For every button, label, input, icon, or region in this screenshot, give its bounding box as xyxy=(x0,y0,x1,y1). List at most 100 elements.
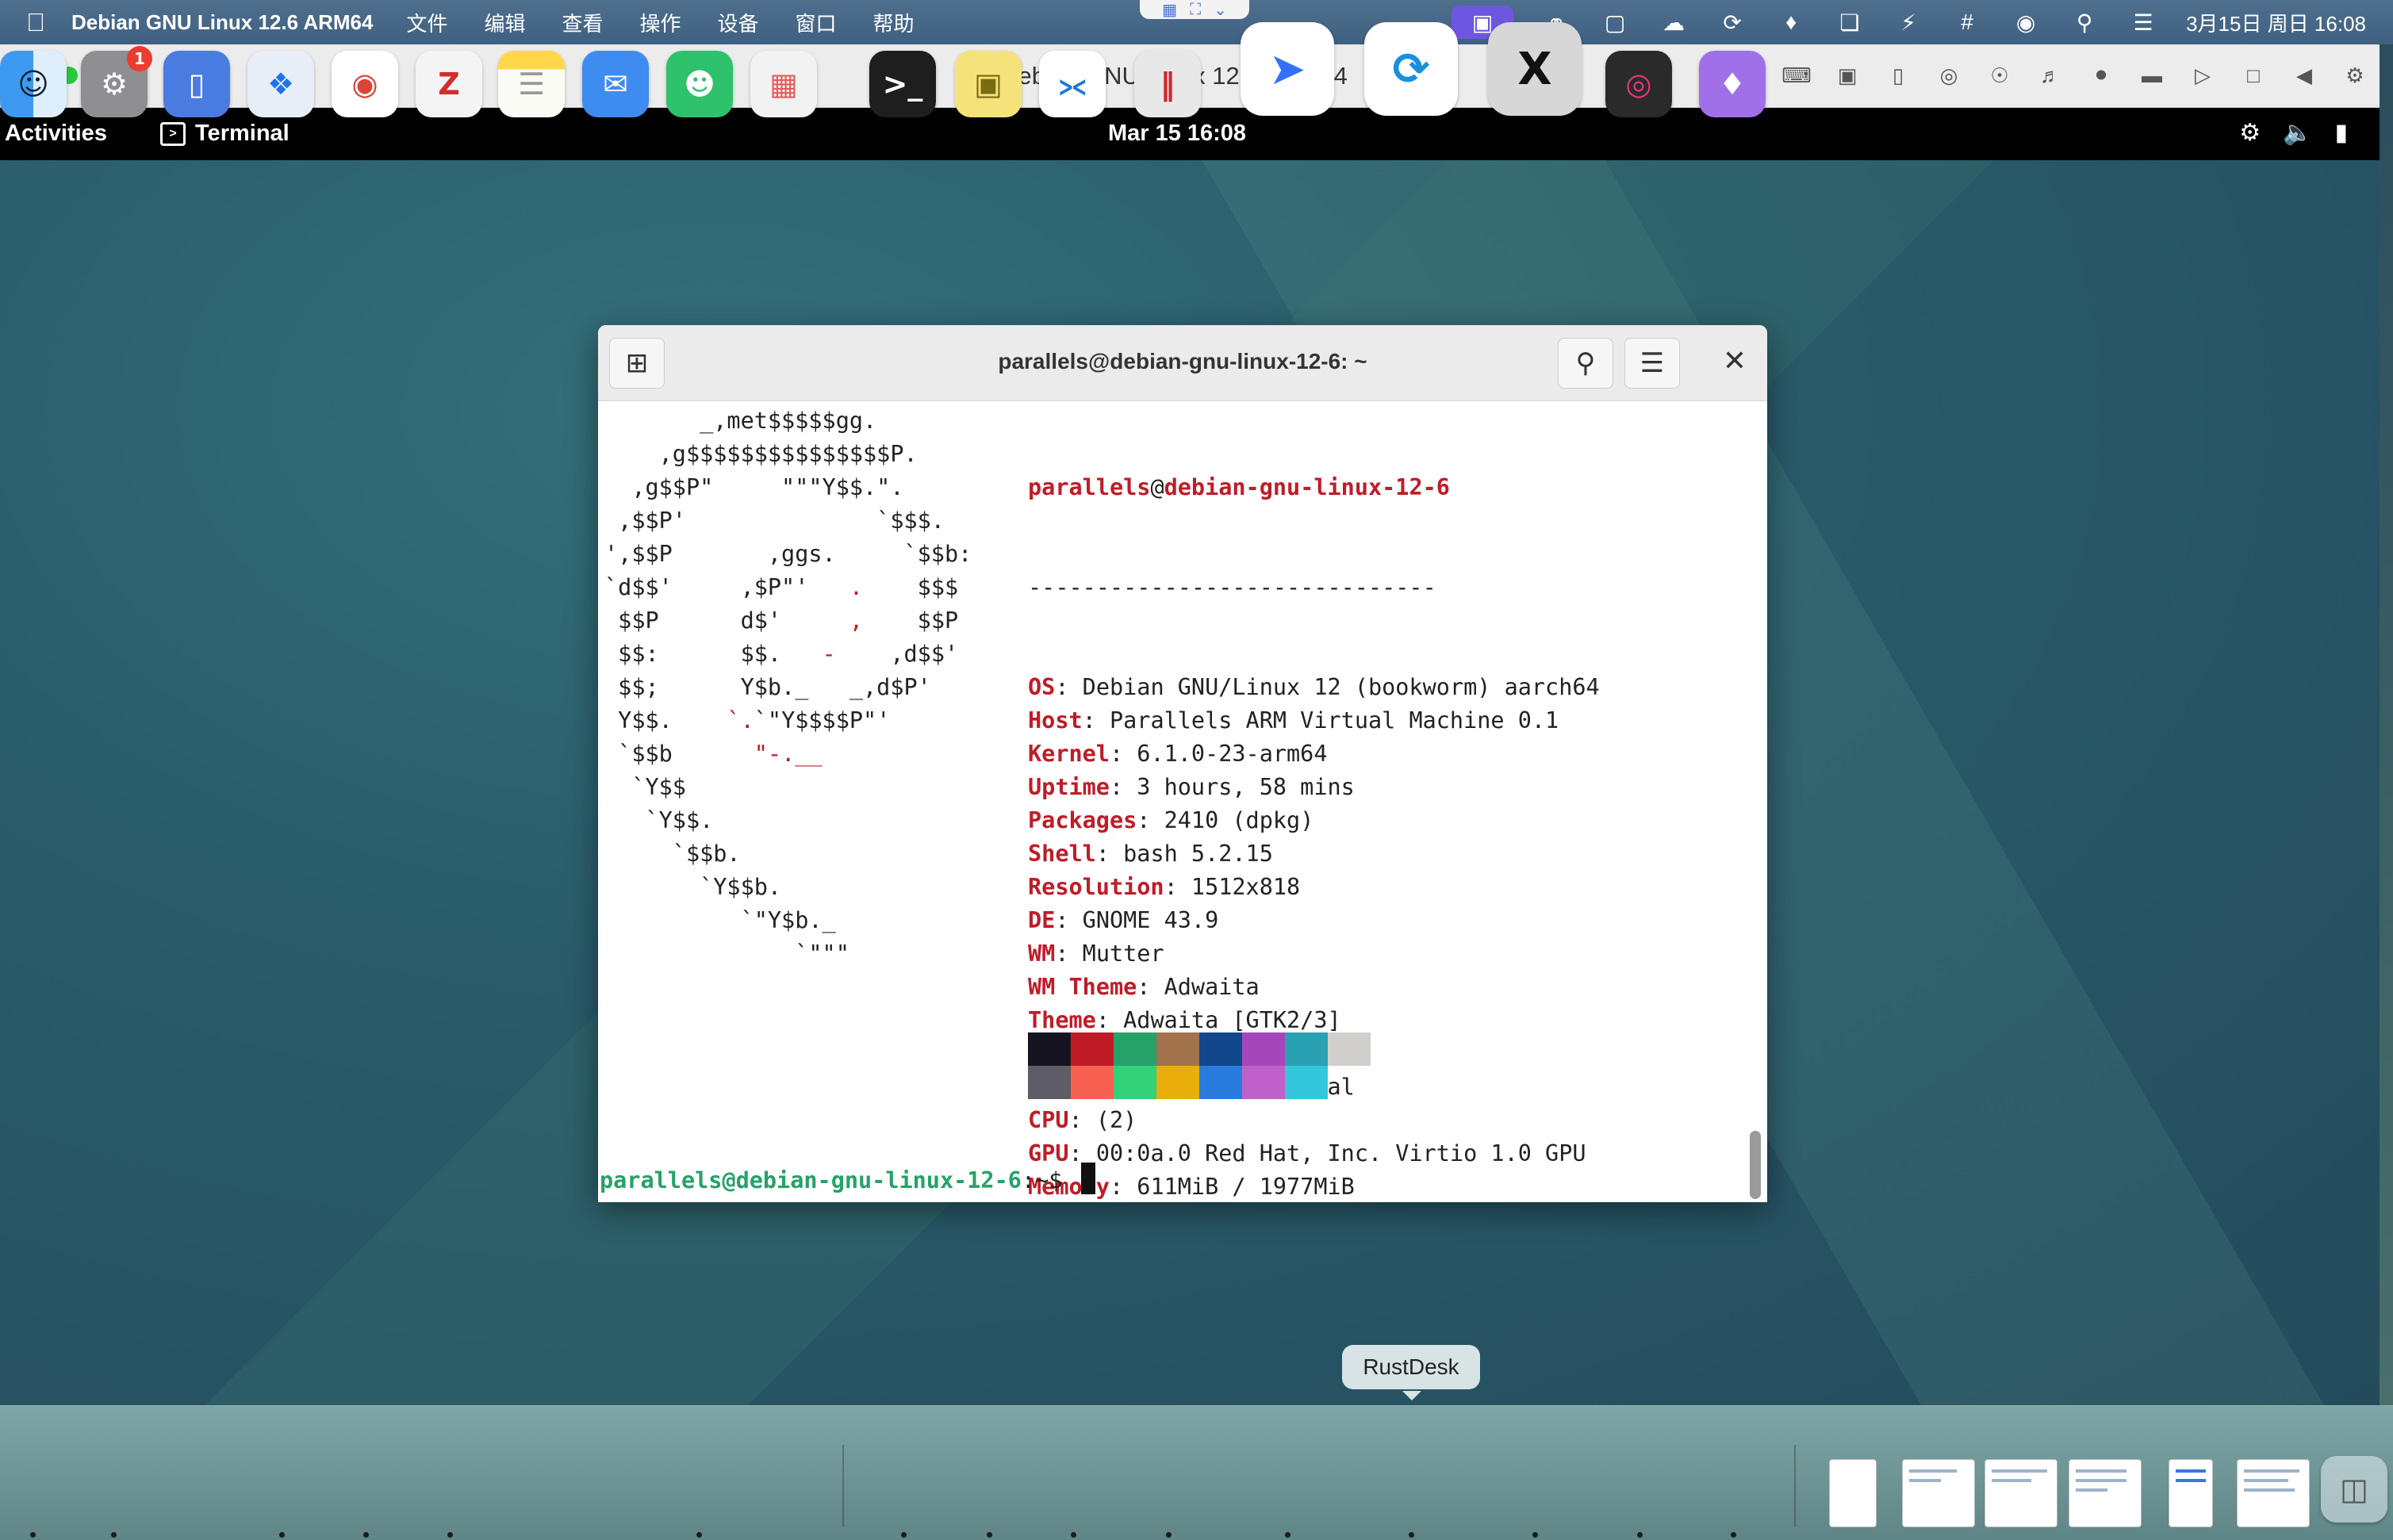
running-indicator xyxy=(987,1532,992,1538)
logo-text: `$$b xyxy=(604,741,754,767)
menu-window[interactable]: 窗口 xyxy=(796,8,837,37)
menubar-app-name[interactable]: Debian GNU Linux 12.6 ARM64 xyxy=(71,10,373,35)
info-colon: : xyxy=(1109,1174,1137,1200)
logo-text: $$; Y$b._ _,d$P' xyxy=(604,674,931,700)
close-terminal-button[interactable]: ✕ xyxy=(1723,344,1747,377)
trash-icon[interactable]: ◫ xyxy=(2321,1456,2387,1523)
display-icon[interactable]: ▢ xyxy=(1599,9,1631,36)
network-icon[interactable]: ⚙ xyxy=(2239,119,2261,147)
battery-icon[interactable]: ▮ xyxy=(2334,119,2348,147)
speaker-icon[interactable]: ♬ xyxy=(2037,60,2064,90)
running-indicator xyxy=(1285,1532,1290,1538)
back-icon[interactable]: ◀ xyxy=(2291,60,2318,90)
screen-icon[interactable]: □ xyxy=(2240,60,2267,90)
menu-devices[interactable]: 设备 xyxy=(718,8,759,37)
document-thumbnail[interactable] xyxy=(1902,1459,1975,1527)
chevron-down-icon[interactable]: ⌄ xyxy=(1214,0,1227,20)
info-value: Parallels ARM Virtual Machine 0.1 xyxy=(1109,707,1559,734)
menu-edit[interactable]: 编辑 xyxy=(484,8,525,37)
microphone-icon[interactable]: ⚫ xyxy=(2088,60,2115,90)
logo-text: `"Y$b._ xyxy=(604,907,836,933)
parallels-icon[interactable]: ‖ xyxy=(1134,51,1201,117)
info-colon: : xyxy=(1068,1107,1096,1133)
finder-icon[interactable]: ☺ xyxy=(0,51,67,117)
camera-share-icon[interactable]: ◎ xyxy=(1935,60,1962,90)
cloud-icon[interactable]: ☁ xyxy=(1658,9,1689,36)
color-swatch xyxy=(1199,1032,1242,1066)
search-button[interactable]: ⚲ xyxy=(1558,338,1613,389)
bongo-cat-icon[interactable]: ♦ xyxy=(1699,51,1766,117)
document-thumbnail[interactable] xyxy=(2237,1459,2310,1527)
menubar-clock[interactable]: 3月15日 周日 16:08 xyxy=(2186,8,2366,37)
terminal-scrollbar[interactable] xyxy=(1750,1131,1761,1199)
wifi-icon[interactable]: ◉ xyxy=(2010,9,2042,36)
launchpad-icon[interactable]: ▦ xyxy=(750,51,817,117)
globe-icon[interactable]: ☉ xyxy=(1986,60,2013,90)
menu-button[interactable]: ☰ xyxy=(1624,338,1680,389)
iphone-mirroring-icon[interactable]: ▯ xyxy=(163,51,230,117)
zotero-icon[interactable]: Z xyxy=(416,51,482,117)
info-value: Adwaita [GTK2/3] xyxy=(1123,1007,1341,1033)
menu-file[interactable]: 文件 xyxy=(406,8,447,37)
system-settings-icon[interactable]: ⚙ 1 xyxy=(81,46,152,117)
vscode-icon[interactable]: ⪥ xyxy=(1039,51,1106,117)
info-key: Host xyxy=(1028,707,1083,734)
document-thumbnail[interactable] xyxy=(2069,1459,2142,1527)
usb-icon[interactable]: ▯ xyxy=(1885,60,1912,90)
safari-icon[interactable]: ❖ xyxy=(247,51,314,117)
cpu-icon[interactable]: ▣ xyxy=(1834,60,1861,90)
gnome-clock[interactable]: Mar 15 16:08 xyxy=(0,121,2354,147)
menu-help[interactable]: 帮助 xyxy=(873,8,915,37)
volume-icon[interactable]: 🔈 xyxy=(2283,119,2312,147)
logo-line: $$: $$. - ,d$$' xyxy=(604,638,972,671)
keyboard-icon[interactable]: ⌨ xyxy=(1781,60,1812,90)
window-icon[interactable]: ❏ xyxy=(1834,9,1866,36)
feishu-icon[interactable]: ➤ xyxy=(1241,22,1334,116)
info-value: bash 5.2.15 xyxy=(1123,841,1273,867)
cat-icon[interactable]: ♦ xyxy=(1775,9,1807,36)
color-swatch xyxy=(1071,1066,1114,1099)
fullscreen-icon[interactable]: ⛶ xyxy=(1190,1,1201,19)
search-icon[interactable]: ⚲ xyxy=(2069,9,2100,36)
terminal-icon[interactable]: >_ xyxy=(869,51,936,117)
drive-icon[interactable]: ▬ xyxy=(2138,60,2165,90)
info-value: 611MiB / 1977MiB xyxy=(1137,1174,1355,1200)
sync-icon[interactable]: ⟳ xyxy=(1716,9,1748,36)
parallels-view-toggle[interactable]: ▦ ⛶ ⌄ xyxy=(1140,0,1249,19)
info-value: Adwaita xyxy=(1164,974,1260,1000)
logo-line: `$$b "-.__ xyxy=(604,737,972,771)
mail-icon[interactable]: ✉ xyxy=(582,51,649,117)
info-row: Uptime: 3 hours, 58 mins xyxy=(1028,771,1600,804)
settings-icon[interactable]: ⚙ xyxy=(2341,60,2368,90)
logo-line: $$P d$' , $$P xyxy=(604,604,972,638)
menu-view[interactable]: 查看 xyxy=(562,8,603,37)
video-icon[interactable]: ▷ xyxy=(2189,60,2216,90)
logo-text: `d$$' ,$P"' xyxy=(604,574,849,600)
xquartz-icon[interactable]: X xyxy=(1488,22,1582,116)
document-thumbnail[interactable] xyxy=(1985,1459,2057,1527)
battery-icon[interactable]: ⚡ xyxy=(1893,9,1924,36)
input-method-icon[interactable]: # xyxy=(1951,9,1983,36)
stickies-icon[interactable]: ▣ xyxy=(955,51,1022,117)
terminal-output[interactable]: _,met$$$$$gg. ,g$$$$$$$$$$$$$$$P. ,g$$P"… xyxy=(598,401,1767,1202)
info-row: Resolution: 1512x818 xyxy=(1028,871,1600,904)
menu-actions[interactable]: 操作 xyxy=(640,8,681,37)
notes-icon[interactable]: ☰ xyxy=(498,51,565,117)
info-row: OS: Debian GNU/Linux 12 (bookworm) aarch… xyxy=(1028,671,1600,704)
control-center-icon[interactable]: ☰ xyxy=(2127,9,2159,36)
logo-line: _,met$$$$$gg. xyxy=(604,404,972,438)
coherence-icon[interactable]: ▦ xyxy=(1162,0,1177,20)
chrome-icon[interactable]: ◉ xyxy=(332,51,398,117)
document-thumbnail[interactable] xyxy=(1829,1459,1877,1527)
info-value: 00:0a.0 Red Hat, Inc. Virtio 1.0 GPU xyxy=(1095,1140,1586,1166)
apple-icon[interactable]:  xyxy=(0,8,71,37)
document-thumbnail[interactable] xyxy=(2169,1459,2213,1527)
info-key: CPU xyxy=(1028,1107,1069,1133)
davinci-icon[interactable]: ◎ xyxy=(1605,51,1672,117)
wechat-icon[interactable]: ☻ xyxy=(666,51,733,117)
info-row: Packages: 2410 (dpkg) xyxy=(1028,804,1600,837)
info-colon: : xyxy=(1137,807,1164,833)
rustdesk-icon[interactable]: ⟳ xyxy=(1364,22,1458,116)
shell-prompt[interactable]: parallels@debian-gnu-linux-12-6:~$ xyxy=(600,1163,1095,1197)
logo-text: Y$$. xyxy=(604,707,727,734)
